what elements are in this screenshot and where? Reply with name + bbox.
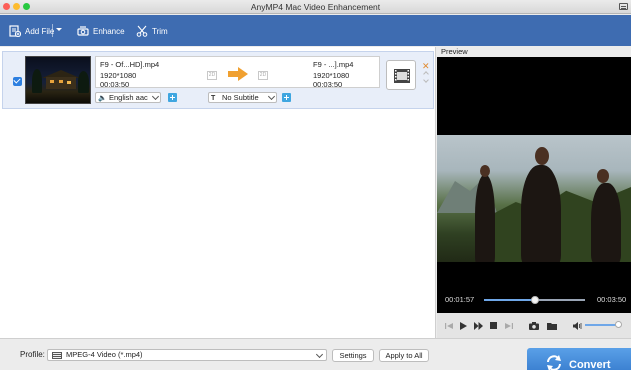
speaker-icon: 🔈 [98, 95, 107, 102]
add-audio-track-button[interactable] [168, 93, 177, 102]
current-time: 00:01:57 [445, 295, 475, 304]
text-icon: T [211, 95, 216, 102]
snapshot-icon[interactable] [529, 322, 539, 330]
chevron-down-icon [315, 350, 324, 359]
volume-icon[interactable] [573, 322, 582, 330]
preview-video-frame [437, 135, 631, 262]
output-2d-badge: 2D [258, 71, 268, 80]
total-time: 00:03:50 [597, 295, 627, 304]
trim-label: Trim [152, 26, 168, 36]
profile-value: MPEG-4 Video (*.mp4) [66, 350, 143, 359]
source-file-name: F9 - Of...HD].mp4 [100, 60, 160, 69]
chevron-down-icon [267, 92, 276, 101]
add-file-icon [9, 25, 21, 37]
file-list: F9 - Of...HD].mp4 1920*1080 00:03:50 2D … [0, 47, 436, 338]
file-row[interactable]: F9 - Of...HD].mp4 1920*1080 00:03:50 2D … [2, 51, 434, 109]
source-duration: 00:03:50 [100, 80, 130, 89]
toolbar-separator [52, 24, 53, 37]
source-2d-badge: 2D [207, 71, 217, 80]
film-icon [394, 69, 410, 83]
stop-icon[interactable] [490, 322, 497, 329]
convert-label: Convert [569, 359, 611, 370]
convert-button[interactable]: Convert [527, 348, 631, 370]
window-title: AnyMP4 Mac Video Enhancement [250, 2, 381, 12]
seek-bar[interactable] [484, 296, 585, 304]
remove-file-icon[interactable]: ✕ [422, 62, 430, 71]
file-info-box: F9 - Of...HD].mp4 1920*1080 00:03:50 2D … [95, 56, 380, 89]
fast-forward-icon[interactable] [474, 322, 483, 330]
add-file-dropdown-icon[interactable] [56, 28, 62, 31]
seek-handle[interactable] [531, 296, 540, 304]
video-format-icon [52, 352, 62, 359]
output-file-name: F9 - ...].mp4 [313, 60, 354, 69]
add-subtitle-button[interactable] [282, 93, 291, 102]
volume-handle[interactable] [615, 321, 623, 328]
video-thumbnail[interactable] [25, 56, 91, 104]
title-bar: AnyMP4 Mac Video Enhancement [0, 0, 631, 14]
seek-progress [484, 299, 536, 301]
preview-panel: Preview 00:01:57 00:03:50 [437, 47, 631, 338]
profile-label: Profile: [20, 350, 45, 359]
enhance-button[interactable]: Enhance [77, 24, 125, 38]
previous-icon[interactable] [445, 322, 453, 330]
toolbar: Add File Enhance Trim [0, 15, 631, 46]
enhance-label: Enhance [93, 26, 125, 36]
convert-arrow-icon [228, 67, 248, 81]
chevron-down-icon [151, 92, 160, 101]
subtitle-select[interactable]: T No Subtitle [208, 92, 277, 103]
scissors-icon [136, 25, 148, 37]
refresh-icon [547, 355, 561, 370]
menu-icon[interactable] [619, 3, 628, 10]
subtitle-value: No Subtitle [222, 93, 259, 102]
enhance-icon [77, 26, 89, 36]
settings-button[interactable]: Settings [332, 349, 374, 362]
audio-track-value: English aac [109, 93, 148, 102]
output-duration: 00:03:50 [313, 80, 343, 89]
profile-select[interactable]: MPEG-4 Video (*.mp4) [47, 349, 327, 361]
file-checkbox[interactable] [13, 77, 22, 86]
volume-slider[interactable] [585, 324, 619, 326]
move-up-icon[interactable] [423, 71, 429, 77]
apply-to-all-button[interactable]: Apply to All [379, 349, 429, 362]
bottom-bar: Profile: MPEG-4 Video (*.mp4) Settings A… [0, 338, 631, 370]
preview-label: Preview [437, 47, 631, 57]
add-file-button[interactable]: Add File [9, 24, 54, 38]
playback-controls [437, 313, 631, 338]
next-icon[interactable] [505, 322, 513, 330]
add-file-label: Add File [25, 26, 55, 36]
trim-button[interactable]: Trim [136, 24, 168, 38]
edit-output-button[interactable] [386, 60, 416, 90]
move-down-icon[interactable] [423, 77, 429, 83]
audio-track-select[interactable]: 🔈 English aac [95, 92, 161, 103]
play-icon[interactable] [459, 322, 467, 330]
folder-icon[interactable] [547, 322, 557, 330]
